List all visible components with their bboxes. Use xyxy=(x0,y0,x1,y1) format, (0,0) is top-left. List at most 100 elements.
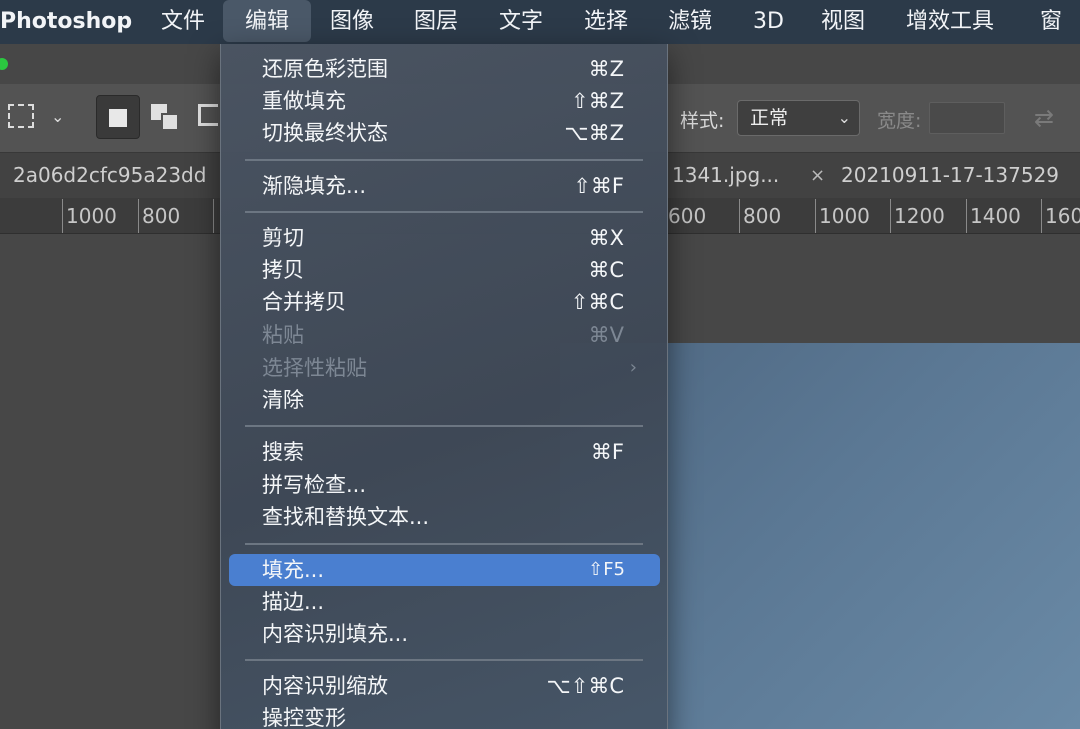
menu-separator xyxy=(245,425,643,427)
menu-item-label: 拼写检查... xyxy=(262,473,367,497)
menu-item-shortcut: ⇧⌘Z xyxy=(571,89,624,113)
menu-select[interactable]: 选择 xyxy=(584,0,628,44)
edit-menu-dropdown: 还原色彩范围 ⌘Z 重做填充 ⇧⌘Z 切换最终状态 ⌥⌘Z 渐隐填充... ⇧⌘… xyxy=(220,44,668,729)
menu-plugins[interactable]: 增效工具 xyxy=(906,0,994,44)
ruler-number: 1000 xyxy=(66,204,117,228)
menu-edit[interactable]: 编辑 xyxy=(223,0,312,42)
swap-icon[interactable]: ⇄ xyxy=(1034,104,1054,132)
ruler-number: 160 xyxy=(1045,204,1080,228)
menu-window[interactable]: 窗口 xyxy=(1040,0,1080,78)
ruler-number: 1400 xyxy=(970,204,1021,228)
menu-item-label: 内容识别缩放 xyxy=(262,674,388,698)
submenu-arrow-icon: › xyxy=(629,357,637,378)
ruler-tick xyxy=(138,199,139,233)
menu-item-find-replace[interactable]: 查找和替换文本... xyxy=(221,501,667,533)
menu-item-label: 搜索 xyxy=(262,440,304,464)
menu-item-label: 切换最终状态 xyxy=(262,121,388,145)
ruler-tick xyxy=(815,199,816,233)
menu-item-shortcut: ⇧F5 xyxy=(588,559,625,580)
ruler-tick xyxy=(213,199,214,233)
menu-separator xyxy=(245,159,643,161)
menu-item-undo[interactable]: 还原色彩范围 ⌘Z xyxy=(221,53,667,85)
menu-item-label: 合并拷贝 xyxy=(262,290,346,314)
style-select[interactable]: 正常 ⌄ xyxy=(737,100,860,136)
menu-item-shortcut: ⌘V xyxy=(588,323,624,347)
ruler-number: 800 xyxy=(142,204,181,228)
menu-item-search[interactable]: 搜索 ⌘F xyxy=(221,436,667,468)
ruler-tick xyxy=(62,199,63,233)
menu-item-clear[interactable]: 清除 xyxy=(221,384,667,416)
menu-item-shortcut: ⇧⌘C xyxy=(570,290,624,314)
ruler-number: 800 xyxy=(743,204,782,228)
menu-item-spell-check[interactable]: 拼写检查... xyxy=(221,469,667,501)
menu-item-paste: 粘贴 ⌘V xyxy=(221,319,667,351)
menu-item-label: 填充... xyxy=(262,558,325,582)
ruler-tick xyxy=(739,199,740,233)
menu-filter[interactable]: 滤镜 xyxy=(668,0,712,44)
rectangular-marquee-icon[interactable] xyxy=(8,104,34,128)
menu-file[interactable]: 文件 xyxy=(161,0,205,44)
menu-item-label: 渐隐填充... xyxy=(262,174,367,198)
menu-item-shortcut: ⌥⇧⌘C xyxy=(546,674,624,698)
menu-item-shortcut: ⌘F xyxy=(590,440,624,464)
app-menu-photoshop[interactable]: Photoshop xyxy=(0,0,132,44)
ruler-number: 600 xyxy=(668,204,707,228)
new-selection-icon xyxy=(109,109,127,127)
ruler-tick xyxy=(1041,199,1042,233)
style-select-value: 正常 xyxy=(750,107,789,129)
menu-item-redo[interactable]: 重做填充 ⇧⌘Z xyxy=(221,85,667,117)
style-label: 样式: xyxy=(680,110,725,132)
subtract-selection-icon[interactable] xyxy=(198,104,218,126)
menu-separator xyxy=(245,659,643,661)
menu-item-label: 查找和替换文本... xyxy=(262,505,430,529)
menu-type[interactable]: 文字 xyxy=(499,0,543,44)
ruler-number: 1000 xyxy=(819,204,870,228)
menu-3d[interactable]: 3D xyxy=(753,0,784,44)
ruler-tick xyxy=(890,199,891,233)
menu-item-shortcut: ⌘Z xyxy=(588,57,624,81)
menu-item-label: 剪切 xyxy=(262,226,304,250)
menu-item-toggle-last-state[interactable]: 切换最终状态 ⌥⌘Z xyxy=(221,117,667,149)
menu-item-content-aware-fill[interactable]: 内容识别填充... xyxy=(221,618,667,650)
menu-item-copy[interactable]: 拷贝 ⌘C xyxy=(221,254,667,286)
width-input[interactable] xyxy=(929,102,1005,134)
ruler-number: 1200 xyxy=(894,204,945,228)
menu-item-label: 拷贝 xyxy=(262,258,304,282)
menu-item-puppet-warp[interactable]: 操控变形 xyxy=(221,702,667,729)
menu-item-shortcut: ⌘X xyxy=(588,226,624,250)
menu-item-paste-special: 选择性粘贴 › xyxy=(221,352,667,384)
add-selection-icon-front xyxy=(161,113,177,129)
menu-item-shortcut: ⌥⌘Z xyxy=(564,121,624,145)
menu-layer[interactable]: 图层 xyxy=(414,0,458,44)
document-tab-3[interactable]: 20210911-17-137529 xyxy=(841,153,1059,199)
menu-view[interactable]: 视图 xyxy=(821,0,865,44)
chevron-down-icon[interactable]: ⌄ xyxy=(51,107,64,126)
document-tab-1[interactable]: 2a06d2cfc95a23dd xyxy=(13,153,206,199)
menu-item-shortcut: ⇧⌘F xyxy=(573,174,624,198)
menu-item-label: 重做填充 xyxy=(262,89,346,113)
width-label: 宽度: xyxy=(877,110,922,132)
menu-item-label: 操控变形 xyxy=(262,706,346,729)
document-tab-2[interactable]: 1341.jpg... xyxy=(672,153,779,199)
chevron-down-icon: ⌄ xyxy=(837,108,851,127)
menu-separator xyxy=(245,543,643,545)
menu-item-copy-merged[interactable]: 合并拷贝 ⇧⌘C xyxy=(221,286,667,318)
menu-item-label: 选择性粘贴 xyxy=(262,356,367,380)
menu-item-label: 内容识别填充... xyxy=(262,622,409,646)
menu-item-shortcut: ⌘C xyxy=(588,258,624,282)
menu-item-content-aware-scale[interactable]: 内容识别缩放 ⌥⇧⌘C xyxy=(221,670,667,702)
menu-image[interactable]: 图像 xyxy=(330,0,374,44)
menu-separator xyxy=(245,211,643,213)
menu-item-stroke[interactable]: 描边... xyxy=(221,586,667,618)
new-selection-button[interactable] xyxy=(96,95,140,139)
app-menubar: Photoshop 文件 编辑 图像 图层 文字 选择 滤镜 3D 视图 增效工… xyxy=(0,0,1080,78)
menu-item-label: 清除 xyxy=(262,388,304,412)
menu-item-fill[interactable]: 填充... ⇧F5 xyxy=(229,554,660,586)
tab-close-icon[interactable]: × xyxy=(810,153,825,199)
menu-item-cut[interactable]: 剪切 ⌘X xyxy=(221,222,667,254)
menu-item-label: 描边... xyxy=(262,590,325,614)
menu-item-label: 粘贴 xyxy=(262,323,304,347)
menu-item-fade[interactable]: 渐隐填充... ⇧⌘F xyxy=(221,170,667,202)
ruler-tick xyxy=(966,199,967,233)
menu-item-label: 还原色彩范围 xyxy=(262,57,388,81)
